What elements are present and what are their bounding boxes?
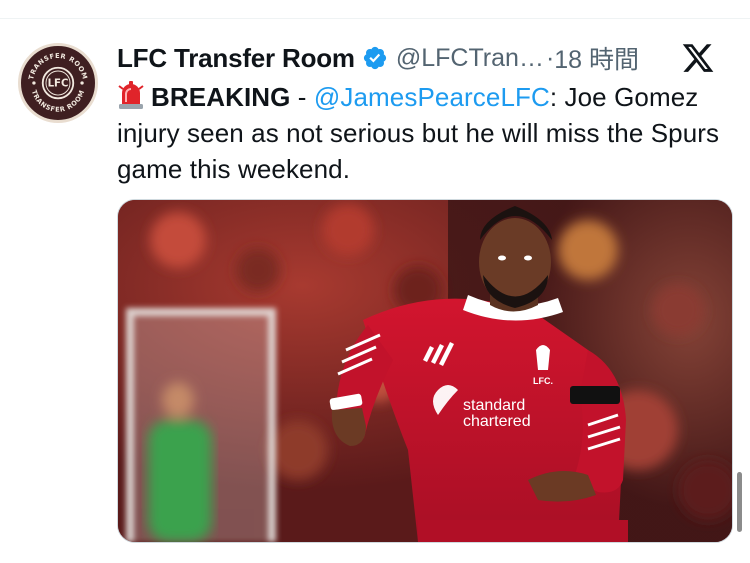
timestamp[interactable]: 18 時間 [554,40,639,76]
verified-badge-icon [363,46,386,70]
tweet-text: BREAKING - @JamesPearceLFC: Joe Gomez in… [117,79,737,187]
breaking-label: BREAKING [151,82,291,112]
avatar[interactable]: TRANSFER ROOM TRANSFER ROOM LFC [18,43,98,123]
crest-text: LFC. [533,376,553,386]
handle[interactable]: @LFCTran… [396,44,544,73]
display-name[interactable]: LFC Transfer Room [117,43,355,74]
lfc-transfer-room-logo: TRANSFER ROOM TRANSFER ROOM LFC [24,49,92,117]
rotating-light-icon [118,81,144,109]
tweet[interactable]: TRANSFER ROOM TRANSFER ROOM LFC LFC Tran… [0,19,750,563]
avatar-monogram: LFC [48,79,69,90]
sponsor-text-1: standard [463,397,525,414]
x-logo-icon[interactable] [681,41,715,75]
mention-link[interactable]: @JamesPearceLFC [314,82,550,112]
scrollbar[interactable] [737,472,742,532]
dash: - [290,82,314,112]
tweet-media-image[interactable]: LFC. standard chartered [117,199,733,543]
tweet-header: LFC Transfer Room @LFCTran… · 18 時間 [117,41,737,75]
separator-dot: · [545,43,555,72]
player-photo: LFC. standard chartered [118,200,732,542]
sponsor-text-2: chartered [463,413,531,430]
